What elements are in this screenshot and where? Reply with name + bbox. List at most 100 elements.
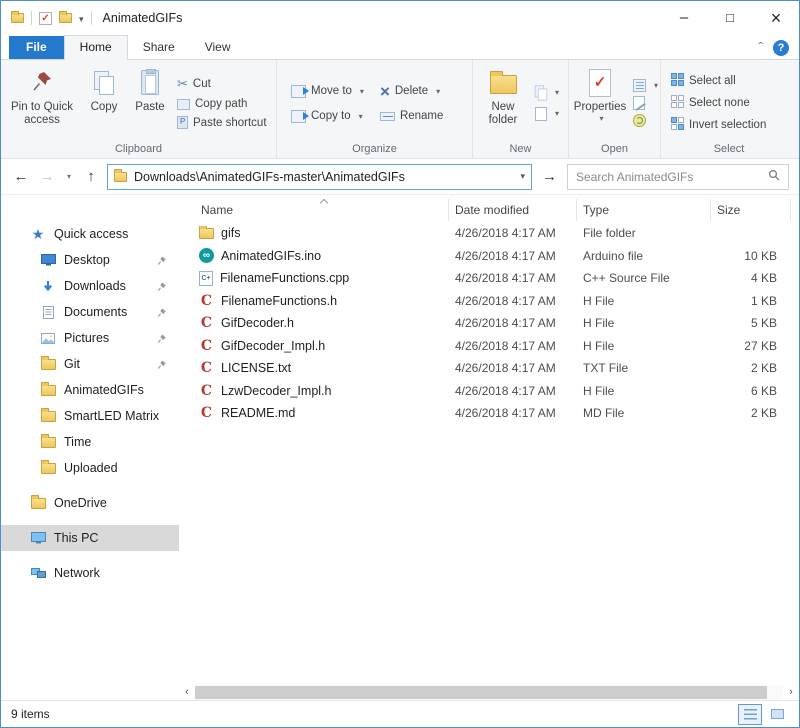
pin-to-quick-access-button[interactable]: Pin to Quick access [3,63,81,142]
sidebar-item-network[interactable]: Network [1,560,179,586]
sidebar-item-uploaded[interactable]: Uploaded [1,455,179,481]
properties-button[interactable]: Properties [571,63,629,142]
file-row[interactable]: FilenameFunctions.h 4/26/2018 4:17 AM H … [179,290,799,313]
invert-selection-button[interactable]: Invert selection [671,117,766,133]
open-list-icon [633,79,646,92]
search-icon [768,168,780,186]
downloads-arrow-icon [39,280,57,293]
file-row[interactable]: LzwDecoder_Impl.h 4/26/2018 4:17 AM H Fi… [179,380,799,403]
tab-file[interactable]: File [9,36,64,59]
close-button[interactable] [753,1,799,35]
select-all-button[interactable]: Select all [671,73,766,89]
file-name: GifDecoder.h [221,316,294,330]
sidebar-item-downloads[interactable]: Downloads [1,273,179,299]
details-view-button[interactable] [738,704,762,725]
file-row[interactable]: AnimatedGIFs.ino 4/26/2018 4:17 AM Ardui… [179,245,799,268]
qat-properties-icon[interactable] [39,12,52,25]
up-button[interactable]: ↑ [81,168,101,185]
file-row[interactable]: LICENSE.txt 4/26/2018 4:17 AM TXT File 2… [179,357,799,380]
item-count: 9 items [11,707,50,721]
qat-customize-chevron-icon[interactable] [79,9,84,27]
file-name: AnimatedGIFs.ino [221,249,321,263]
new-buttons: New folder [473,60,568,142]
cut-icon [177,76,188,92]
scrollbar-thumb[interactable] [195,686,767,699]
scroll-right-icon[interactable]: › [783,685,799,700]
maximize-button[interactable] [707,1,753,35]
paste-button[interactable]: Paste [127,63,173,142]
sidebar-item-this-pc[interactable]: This PC [1,525,179,551]
navigation-pane: Quick access Desktop Downloads Documents… [1,195,179,700]
file-date: 4/26/2018 4:17 AM [449,384,577,398]
sidebar-item-git[interactable]: Git [1,351,179,377]
new-folder-button[interactable]: New folder [475,63,531,142]
file-name: GifDecoder_Impl.h [221,339,325,353]
sidebar-item-pictures[interactable]: Pictures [1,325,179,351]
sidebar-item-quick-access[interactable]: Quick access [1,221,179,247]
cut-label: Cut [193,78,211,90]
file-row[interactable]: GifDecoder.h 4/26/2018 4:17 AM H File 5 … [179,312,799,335]
sidebar-item-animatedgifs[interactable]: AnimatedGIFs [1,377,179,403]
edit-button[interactable] [633,96,658,110]
column-header-size[interactable]: Size [711,199,791,221]
search-input[interactable] [576,170,762,184]
ribbon-group-open: Properties Open [569,60,661,158]
select-none-button[interactable]: Select none [671,95,766,111]
new-item-button[interactable] [535,107,559,121]
copy-button[interactable]: Copy [81,63,127,142]
file-type: H File [577,294,711,308]
file-row[interactable]: gifs 4/26/2018 4:17 AM File folder [179,222,799,245]
explorer-app-icon [11,13,24,23]
horizontal-scrollbar[interactable]: ‹ › [179,685,799,700]
file-row[interactable]: FilenameFunctions.cpp 4/26/2018 4:17 AM … [179,267,799,290]
copy-to-button[interactable]: Copy to [291,110,364,123]
red-c-file-icon [199,294,214,308]
thumbnail-view-button[interactable] [765,704,789,725]
new-small-buttons [531,63,563,142]
easy-access-button[interactable] [535,85,559,101]
ribbon-group-organize: Move to Delete Copy to Rename [277,60,473,158]
rename-button[interactable]: Rename [380,110,443,123]
address-bar[interactable]: Downloads\AnimatedGIFs-master\AnimatedGI… [107,164,532,190]
scroll-left-icon[interactable]: ‹ [179,685,195,700]
rename-icon [380,112,395,121]
collapse-ribbon-icon[interactable] [758,39,763,57]
delete-icon [380,83,390,100]
copy-path-icon [177,99,190,110]
address-path[interactable]: Downloads\AnimatedGIFs-master\AnimatedGI… [134,170,405,184]
cpp-file-icon [199,271,213,286]
back-button[interactable]: ← [11,168,31,185]
file-row[interactable]: README.md 4/26/2018 4:17 AM MD File 2 KB [179,402,799,425]
paste-shortcut-button[interactable]: Paste shortcut [177,116,267,129]
tab-share[interactable]: Share [128,36,190,59]
move-to-button[interactable]: Move to [291,83,364,100]
sidebar-item-time[interactable]: Time [1,429,179,455]
file-name: README.md [221,406,295,420]
recent-locations-chevron-icon[interactable]: ▾ [63,172,75,181]
copy-path-button[interactable]: Copy path [177,98,267,110]
cut-button[interactable]: Cut [177,76,267,92]
open-button[interactable] [633,79,658,92]
address-dropdown-icon[interactable]: ▾ [520,171,525,182]
go-button[interactable]: → [538,168,561,185]
minimize-button[interactable] [661,1,707,35]
history-button[interactable] [633,114,658,127]
qat-new-folder-icon[interactable] [59,13,72,23]
file-type: File folder [577,226,711,240]
sidebar-item-smartled-matrix[interactable]: SmartLED Matrix [1,403,179,429]
scrollbar-track[interactable] [195,685,783,700]
help-icon[interactable] [773,40,789,56]
forward-button[interactable]: → [37,168,57,185]
file-date: 4/26/2018 4:17 AM [449,316,577,330]
sidebar-item-documents[interactable]: Documents [1,299,179,325]
tab-home[interactable]: Home [64,35,128,60]
file-name-cell: FilenameFunctions.cpp [199,271,449,286]
tab-view[interactable]: View [190,36,246,59]
column-header-type[interactable]: Type [577,199,711,221]
sidebar-item-desktop[interactable]: Desktop [1,247,179,273]
search-box[interactable] [567,164,789,190]
file-row[interactable]: GifDecoder_Impl.h 4/26/2018 4:17 AM H Fi… [179,335,799,358]
column-header-date-modified[interactable]: Date modified [449,199,577,221]
sidebar-item-onedrive[interactable]: OneDrive [1,490,179,516]
delete-button[interactable]: Delete [380,83,443,100]
